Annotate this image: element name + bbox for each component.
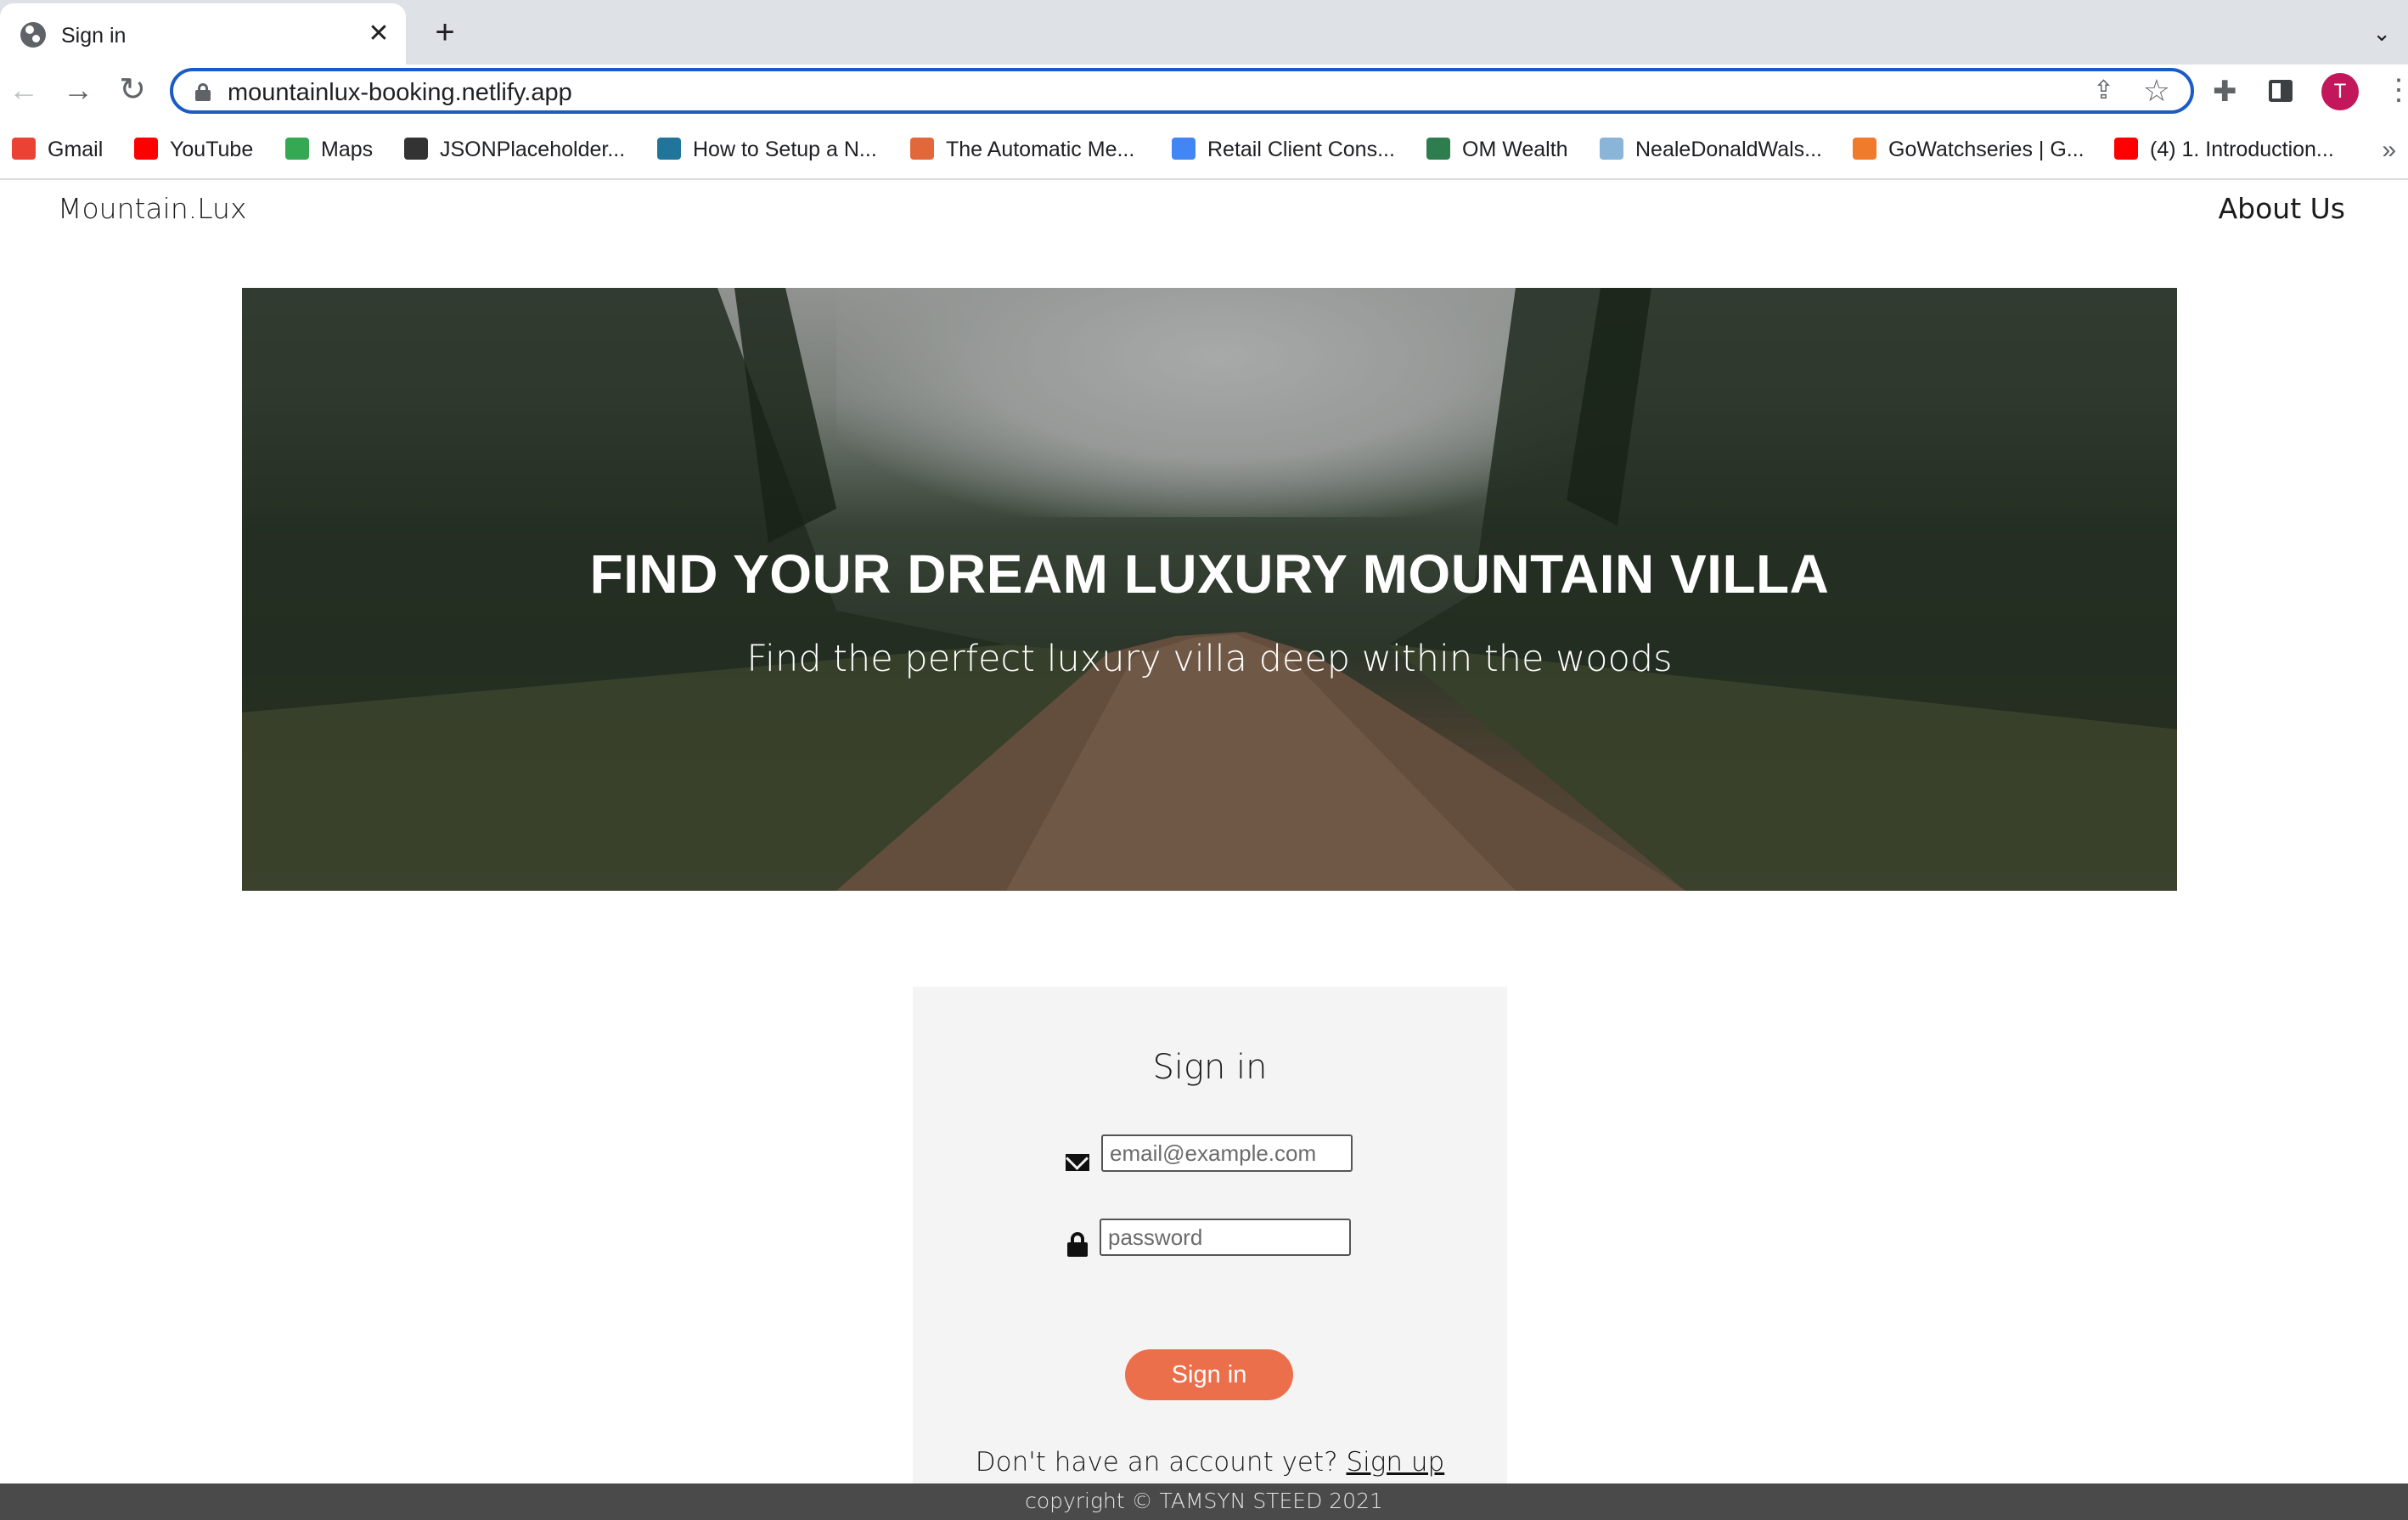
nav-about-us[interactable]: About Us: [2219, 192, 2345, 225]
gmail-icon: [12, 138, 36, 160]
hero-banner: FIND YOUR DREAM LUXURY MOUNTAIN VILLA Fi…: [242, 288, 2177, 891]
profile-avatar[interactable]: T: [2321, 73, 2359, 110]
site-footer: copyright © TAMSYN STEED 2021: [0, 1483, 2408, 1520]
signup-link[interactable]: Sign up: [1346, 1447, 1444, 1478]
url-text[interactable]: mountainlux-booking.netlify.app: [228, 79, 572, 107]
browser-menu-icon[interactable]: ⋮: [2384, 73, 2408, 107]
maps-icon: [285, 138, 309, 160]
back-button[interactable]: ←: [3, 70, 44, 110]
bookmark-item[interactable]: GoWatchseries | G...: [1853, 138, 2084, 166]
bookmark-item[interactable]: Gmail: [12, 138, 103, 166]
nealedonaldwalsch-icon: [1600, 138, 1623, 160]
new-tab-button[interactable]: +: [426, 15, 464, 53]
bookmarks-overflow-icon[interactable]: »: [2382, 136, 2396, 165]
globe-icon: [20, 22, 46, 48]
bookmark-item[interactable]: NealeDonaldWals...: [1600, 138, 1822, 166]
share-icon[interactable]: ⇪: [2093, 76, 2114, 105]
password-input[interactable]: [1100, 1219, 1351, 1256]
web-page: Mountain.Lux About Us FIND YOUR DREAM LU…: [0, 180, 2408, 1520]
youtube-icon: [134, 138, 158, 160]
tab-sign-in[interactable]: Sign in ✕: [0, 3, 406, 65]
bookmark-item[interactable]: OM Wealth: [1426, 138, 1568, 166]
envelope-icon: [1066, 1154, 1089, 1171]
site-logo[interactable]: Mountain.Lux: [58, 192, 246, 225]
bookmark-item[interactable]: Retail Client Cons...: [1172, 138, 1395, 166]
signup-prompt: Don't have an account yet? Sign up: [913, 1447, 1507, 1478]
tab-title: Sign in: [61, 24, 127, 48]
close-tab-icon[interactable]: ✕: [363, 19, 394, 49]
tab-strip: Sign in ✕ + ⌄: [0, 0, 2408, 65]
no-account-text: Don't have an account yet?: [975, 1447, 1338, 1478]
browser-toolbar: ← → ↻ mountainlux-booking.netlify.app ⇪ …: [0, 65, 2408, 121]
lock-icon: [1067, 1232, 1088, 1258]
youtube-icon: [2114, 138, 2138, 160]
bookmark-item[interactable]: YouTube: [134, 138, 253, 166]
signin-button[interactable]: Sign in: [1125, 1349, 1293, 1400]
wordpress-icon: [657, 138, 681, 160]
email-input[interactable]: [1101, 1134, 1353, 1172]
copyright-text: copyright © TAMSYN STEED 2021: [1025, 1489, 1383, 1513]
signin-title: Sign in: [1152, 1048, 1268, 1087]
gowatchseries-icon: [1853, 138, 1876, 160]
bookmark-item[interactable]: Maps: [285, 138, 373, 166]
hero-title: FIND YOUR DREAM LUXURY MOUNTAIN VILLA: [589, 543, 1830, 605]
forward-button[interactable]: →: [58, 70, 98, 110]
bookmarks-bar: Gmail YouTube Maps JSONPlaceholder... Ho…: [0, 121, 2408, 180]
bookmark-item[interactable]: How to Setup a N...: [657, 138, 877, 166]
hero-subtitle: Find the perfect luxury villa deep withi…: [746, 638, 1673, 680]
om-wealth-icon: [1426, 138, 1450, 160]
jsonplaceholder-icon: [404, 138, 428, 160]
bookmark-item[interactable]: (4) 1. Introduction...: [2114, 138, 2334, 166]
tab-search-chevron-icon[interactable]: ⌄: [2372, 20, 2391, 47]
google-icon: [1172, 138, 1196, 160]
bookmark-star-icon[interactable]: ☆: [2143, 73, 2170, 109]
lock-icon[interactable]: [195, 83, 211, 101]
extensions-puzzle-icon[interactable]: ✚: [2213, 75, 2237, 109]
side-panel-icon[interactable]: [2269, 80, 2293, 102]
bookmark-item[interactable]: JSONPlaceholder...: [404, 138, 625, 166]
signin-card: Sign in Sign in Don't have an account ye…: [913, 987, 1507, 1520]
address-bar[interactable]: mountainlux-booking.netlify.app ⇪ ☆: [170, 68, 2194, 114]
reload-button[interactable]: ↻: [112, 70, 153, 110]
automatic-icon: [910, 138, 934, 160]
bookmark-item[interactable]: The Automatic Me...: [910, 138, 1134, 166]
